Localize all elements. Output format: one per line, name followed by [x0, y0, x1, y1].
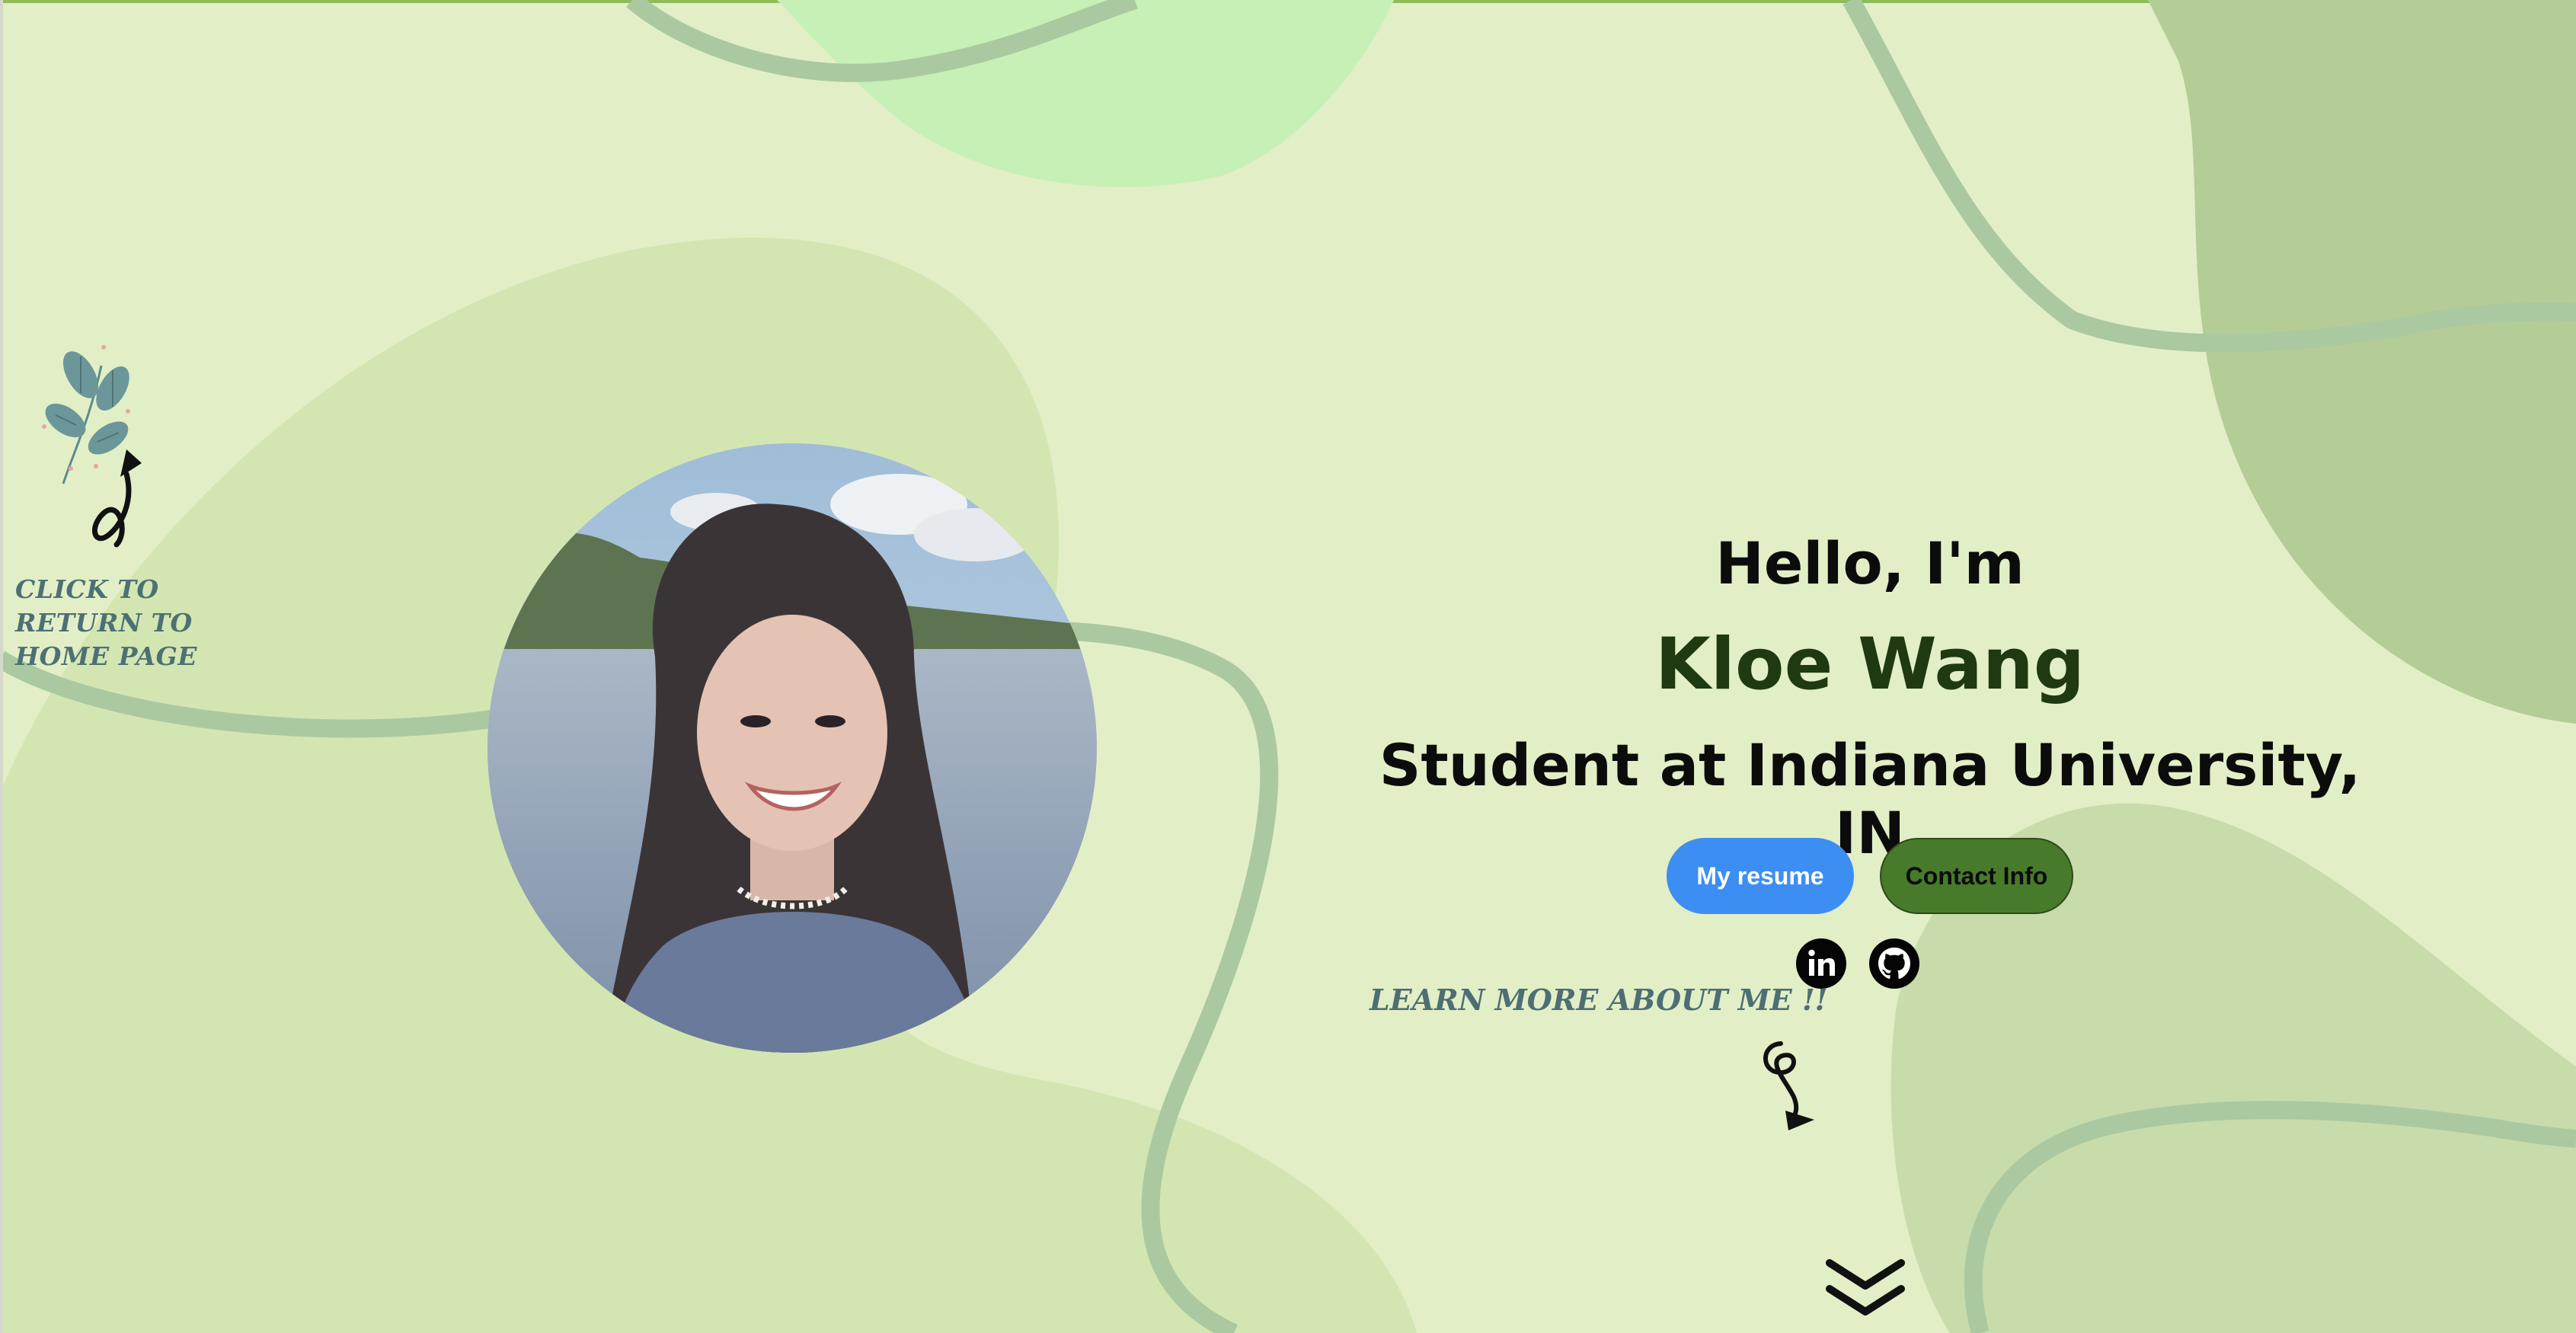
- linkedin-link[interactable]: [1796, 938, 1846, 989]
- subtitle-heading: Student at Indiana University, IN: [1379, 731, 2361, 867]
- squiggle-arrow-icon: [1763, 1041, 1814, 1130]
- github-icon: [1869, 938, 1919, 989]
- github-link[interactable]: [1869, 938, 1919, 989]
- linkedin-icon: [1796, 938, 1846, 989]
- profile-photo: [487, 443, 1097, 1053]
- resume-button[interactable]: My resume: [1667, 838, 1854, 914]
- greeting-heading: Hello, I'm: [1715, 529, 2025, 597]
- home-link[interactable]: CLICK TO RETURN TO HOME PAGE: [14, 335, 212, 678]
- leaf-sprig-icon: [42, 345, 142, 548]
- double-chevron-down-icon: [1826, 1259, 1905, 1315]
- scroll-down-button[interactable]: [1823, 1257, 1907, 1319]
- left-border: [0, 0, 3, 1333]
- learn-more-text: LEARN MORE ABOUT ME !!: [1369, 983, 1828, 1017]
- name-heading: Kloe Wang: [1654, 623, 2085, 706]
- contact-info-button[interactable]: Contact Info: [1880, 838, 2073, 914]
- home-link-text: CLICK TO RETURN TO HOME PAGE: [15, 574, 197, 671]
